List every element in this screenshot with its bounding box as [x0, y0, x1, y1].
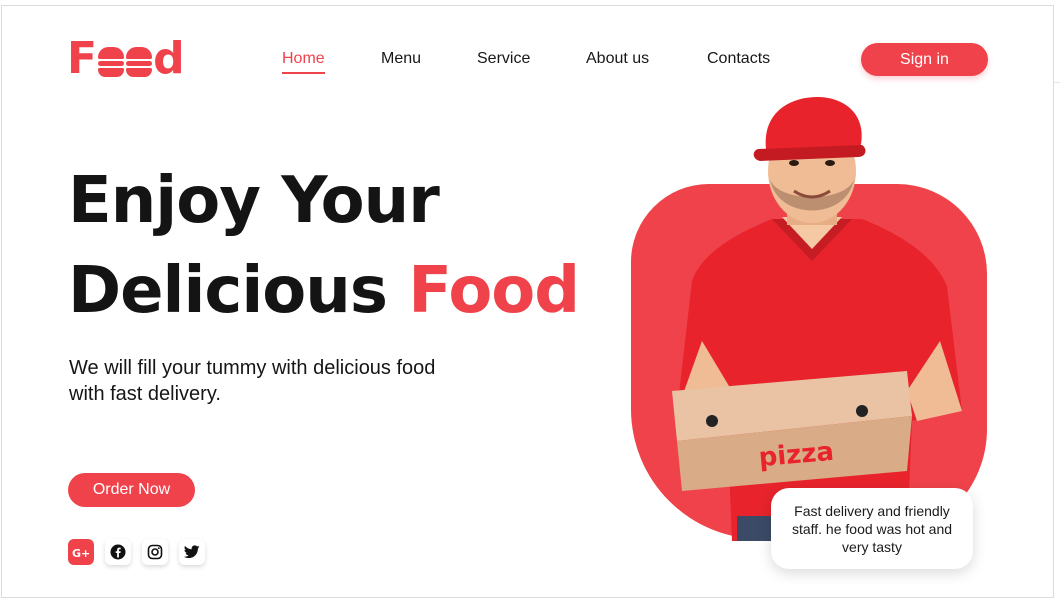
nav-item-about-us[interactable]: About us — [586, 50, 649, 68]
social-links: G+ — [68, 539, 205, 565]
nav-item-contacts[interactable]: Contacts — [707, 50, 770, 68]
facebook-icon[interactable] — [105, 539, 131, 565]
nav-item-service[interactable]: Service — [477, 50, 530, 68]
order-now-button[interactable]: Order Now — [68, 473, 195, 507]
headline-line-2: Delicious Food — [68, 246, 608, 336]
sign-in-button[interactable]: Sign in — [861, 43, 988, 76]
burger-icon — [98, 47, 125, 77]
review-card: Fast delivery and friendly staff. he foo… — [771, 488, 973, 569]
headline-line-2-text: Delicious — [68, 254, 409, 328]
logo-letter-d: d — [153, 33, 185, 84]
hero-headline: Enjoy Your Delicious Food — [68, 156, 608, 336]
logo-letter-f: F — [67, 33, 98, 84]
delivery-man-illustration: pizza — [672, 96, 962, 541]
page-frame: F d Home Menu Service About us Contacts … — [1, 5, 1054, 598]
burger-icon — [126, 47, 153, 77]
nav-item-home[interactable]: Home — [282, 50, 325, 74]
brand-logo[interactable]: F d — [67, 37, 185, 81]
headline-accent-word: Food — [408, 254, 580, 328]
twitter-icon[interactable] — [179, 539, 205, 565]
hero-subtext: We will fill your tummy with delicious f… — [69, 357, 436, 405]
headline-line-1: Enjoy Your — [68, 164, 440, 238]
divider — [1054, 82, 1060, 83]
review-text: Fast delivery and friendly staff. he foo… — [791, 502, 953, 555]
instagram-icon[interactable] — [142, 539, 168, 565]
nav-item-menu[interactable]: Menu — [381, 50, 421, 68]
google-plus-icon[interactable]: G+ — [68, 539, 94, 565]
svg-text:G+: G+ — [72, 547, 90, 558]
